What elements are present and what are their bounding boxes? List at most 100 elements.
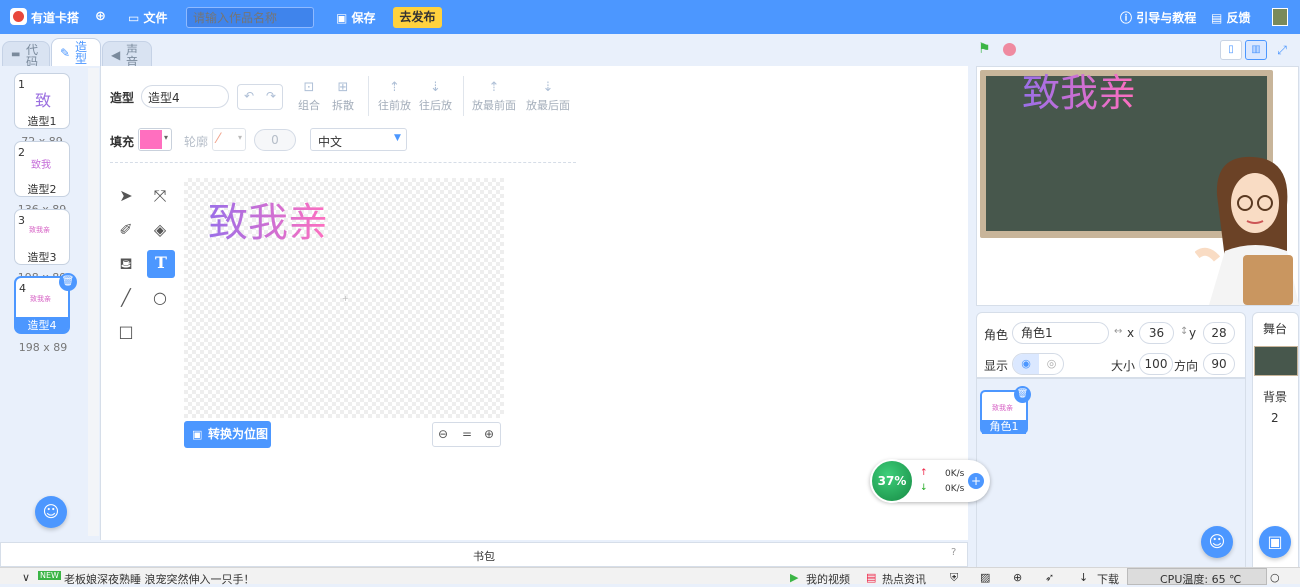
- sprite-name-input[interactable]: 角色1: [1012, 322, 1109, 344]
- text-tool[interactable]: T: [147, 250, 175, 278]
- select-tool[interactable]: ➤: [113, 183, 139, 209]
- brush-tool[interactable]: ✐: [113, 217, 139, 243]
- stop-icon[interactable]: [1003, 43, 1016, 56]
- sprite-direction-input[interactable]: 90: [1203, 353, 1235, 375]
- feedback-label: 反馈: [1226, 11, 1251, 25]
- publish-button[interactable]: 去发布: [393, 7, 442, 28]
- tab-sound[interactable]: ◀ 声音: [102, 41, 152, 68]
- cpu-temperature: CPU温度: 65 ℃: [1127, 568, 1267, 586]
- canvas-text[interactable]: 致我亲: [208, 190, 328, 248]
- size-label: 大小: [1111, 359, 1136, 373]
- folder-icon: ▭: [128, 11, 144, 25]
- send-back-button[interactable]: ⇣ 放最后面: [526, 80, 570, 113]
- sprite-thumbnail[interactable]: 致我亲 角色1 🗑: [980, 386, 1031, 434]
- add-costume-button[interactable]: ☺: [35, 496, 67, 528]
- convert-bitmap-button[interactable]: ▣ 转换为位图: [184, 421, 271, 448]
- save-button[interactable]: ▣ 保存: [336, 9, 376, 26]
- arrow-up-icon: ⇡: [389, 80, 400, 95]
- top-bar: 有道卡搭 ⊕ ▭ 文件 ▣ 保存 去发布 ⓘ 引导与教程 ▤ 反馈: [0, 0, 1300, 34]
- font-select[interactable]: 中文 ▼: [310, 128, 407, 151]
- fullscreen-icon[interactable]: ⤢: [1271, 40, 1293, 60]
- rocket-icon[interactable]: ➶: [1045, 571, 1054, 584]
- stage-sprite-text[interactable]: 致我亲: [1022, 62, 1136, 117]
- zoom-out-icon[interactable]: ⊖: [438, 427, 448, 441]
- guide-button[interactable]: ⓘ 引导与教程: [1120, 9, 1196, 26]
- line-icon: ╱: [121, 288, 131, 307]
- globe-icon[interactable]: ⊕: [95, 9, 106, 24]
- green-flag-icon[interactable]: ⚑: [978, 41, 991, 57]
- backpack-bar[interactable]: 书包 ?: [0, 542, 968, 567]
- network-widget[interactable]: 37% ↑ 0K/s ↓ 0K/s +: [870, 459, 990, 503]
- paint-canvas[interactable]: 致我亲 +: [184, 178, 504, 418]
- fill-tool[interactable]: ⛾: [113, 251, 139, 277]
- project-name-input[interactable]: [186, 7, 314, 28]
- costume-list-scrollbar[interactable]: [88, 68, 99, 536]
- add-sprite-button[interactable]: ☺: [1201, 526, 1233, 558]
- teacher-character[interactable]: [1195, 155, 1299, 305]
- undo-icon[interactable]: ↶: [244, 89, 254, 103]
- add-backdrop-icon: ▣: [1267, 532, 1283, 551]
- group-button[interactable]: ⊡ 组合: [298, 80, 320, 113]
- feedback-button[interactable]: ▤ 反馈: [1211, 9, 1251, 26]
- globe-icon[interactable]: ⊕: [1013, 571, 1022, 584]
- plus-icon[interactable]: +: [968, 473, 984, 489]
- sprite-x-input[interactable]: 36: [1139, 322, 1174, 344]
- sprite-y-input[interactable]: 28: [1203, 322, 1235, 344]
- divider: [368, 76, 369, 116]
- outline-width-input[interactable]: 0: [254, 129, 296, 151]
- costume-item[interactable]: 1 致 造型1 72 x 89: [14, 73, 70, 148]
- forward-button[interactable]: ⇡ 往前放: [378, 80, 411, 113]
- image-icon[interactable]: ▨: [980, 571, 990, 584]
- hide-eye-icon[interactable]: ◎: [1039, 354, 1064, 374]
- eraser-tool[interactable]: ◈: [147, 217, 173, 243]
- search-icon[interactable]: ○: [1270, 571, 1280, 584]
- backward-button[interactable]: ⇣ 往后放: [419, 80, 452, 113]
- zoom-controls: ⊖ = ⊕: [432, 422, 501, 447]
- costume-item[interactable]: 2 致我 造型2 136 x 89: [14, 141, 70, 216]
- redo-icon[interactable]: ↷: [266, 89, 276, 103]
- bring-front-button[interactable]: ⇡ 放最前面: [472, 80, 516, 113]
- normal-stage-icon[interactable]: ▥: [1245, 40, 1267, 60]
- sprite-thumbnail-name: 角色1: [982, 420, 1026, 434]
- costume-number: 4: [19, 282, 26, 295]
- outline-color-picker[interactable]: ⁄ ▾: [212, 128, 246, 151]
- delete-sprite-icon[interactable]: 🗑: [1014, 386, 1031, 403]
- show-eye-icon[interactable]: ◉: [1013, 354, 1039, 374]
- help-icon[interactable]: ?: [951, 547, 956, 558]
- text-icon: T: [155, 253, 167, 272]
- guide-label: 引导与教程: [1136, 11, 1197, 25]
- tab-code[interactable]: ▬ 代码: [2, 41, 50, 68]
- user-avatar[interactable]: [1272, 8, 1288, 26]
- zoom-reset-button[interactable]: =: [462, 427, 472, 441]
- dropdown-arrow-icon: ▼: [394, 133, 401, 143]
- reshape-tool[interactable]: ⤧: [147, 183, 173, 209]
- chevron-down-icon[interactable]: ∨: [22, 571, 30, 584]
- delete-costume-icon[interactable]: 🗑: [59, 273, 77, 291]
- costume-item-selected[interactable]: 4 致我亲 造型4 198 x 89 🗑: [14, 273, 77, 354]
- zoom-in-icon[interactable]: ⊕: [484, 427, 494, 441]
- small-stage-icon[interactable]: ▯: [1220, 40, 1242, 60]
- app-logo-icon: [10, 8, 27, 25]
- shield-icon[interactable]: ⛨: [950, 571, 958, 585]
- ungroup-button[interactable]: ⊞ 拆散: [332, 80, 354, 113]
- file-menu[interactable]: ▭ 文件: [128, 9, 168, 26]
- costume-name-input[interactable]: 造型4: [141, 85, 229, 108]
- line-tool[interactable]: ╱: [113, 285, 139, 311]
- hot-news-link[interactable]: 热点资讯: [882, 571, 926, 587]
- divider: [463, 76, 464, 116]
- costume-item[interactable]: 3 致我亲 造型3 198 x 89: [14, 209, 70, 284]
- forward-label: 往前放: [378, 99, 411, 112]
- backdrop-thumbnail[interactable]: [1254, 346, 1298, 376]
- arrow-bottom-icon: ⇣: [542, 80, 554, 95]
- my-video-link[interactable]: 我的视频: [806, 571, 850, 587]
- add-backdrop-button[interactable]: ▣: [1259, 526, 1291, 558]
- circle-tool[interactable]: ○: [147, 285, 173, 311]
- sprite-size-input[interactable]: 100: [1139, 353, 1173, 375]
- download-link[interactable]: 下载: [1097, 571, 1119, 587]
- news-ticker[interactable]: 老板娘深夜熟睡 浪宠突然伸入一只手！: [64, 571, 255, 587]
- costume-preview: 致我: [31, 160, 51, 171]
- tab-costume[interactable]: ✎ 造型: [51, 38, 101, 67]
- send-back-label: 放最后面: [526, 99, 570, 112]
- fill-color-picker[interactable]: ▾: [138, 128, 172, 151]
- rectangle-tool[interactable]: □: [113, 319, 139, 345]
